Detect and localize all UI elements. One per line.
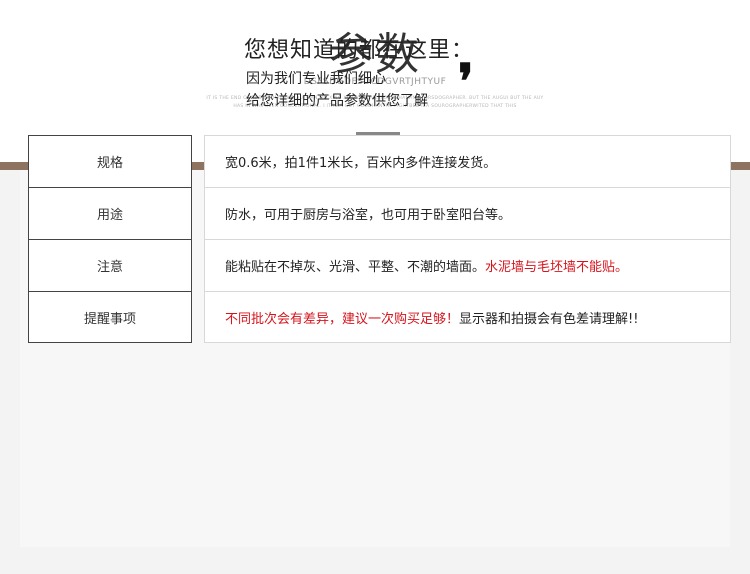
spec-label: 规格 (29, 136, 191, 188)
intro-line: 给您详细的产品参数供您了解 (246, 93, 428, 109)
spec-value: 显示器和拍摄会有色差请理解!! (459, 312, 639, 327)
spec-value: 防水，可用于厨房与浴室，也可用于卧室阳台等。 (225, 208, 512, 223)
spec-value-column: 宽0.6米，拍1件1米长，百米内多件连接发货。 防水，可用于厨房与浴室，也可用于… (204, 135, 731, 343)
intro-line: 因为我们专业我们细心 (246, 71, 386, 87)
quote-mark-icon: ❜ (458, 54, 474, 110)
spec-label: 注意 (29, 240, 191, 292)
spec-value-row: 不同批次会有差异，建议一次购买足够！ 显示器和拍摄会有色差请理解!! (205, 292, 730, 343)
spec-warning: 不同批次会有差异，建议一次购买足够！ (225, 312, 460, 327)
spec-label-column: 规格 用途 注意 提醒事项 (28, 135, 192, 343)
spec-label: 提醒事项 (83, 312, 136, 327)
spec-value-row: 宽0.6米，拍1件1米长，百米内多件连接发货。 (205, 136, 730, 188)
spec-value-row: 能粘贴在不掉灰、光滑、平整、不潮的墙面。 水泥墙与毛坯墙不能贴。 (205, 240, 730, 292)
spec-value: 宽0.6米，拍1件1米长，百米内多件连接发货。 (225, 156, 497, 171)
intro-heading: 您想知道的都在这里： (244, 38, 475, 63)
spec-label: 用途 (29, 188, 191, 240)
spec-value-row: 防水，可用于厨房与浴室，也可用于卧室阳台等。 (205, 188, 730, 240)
spec-value: 能粘贴在不掉灰、光滑、平整、不潮的墙面。 (225, 260, 486, 275)
spec-warning: 水泥墙与毛坯墙不能贴。 (485, 260, 629, 275)
